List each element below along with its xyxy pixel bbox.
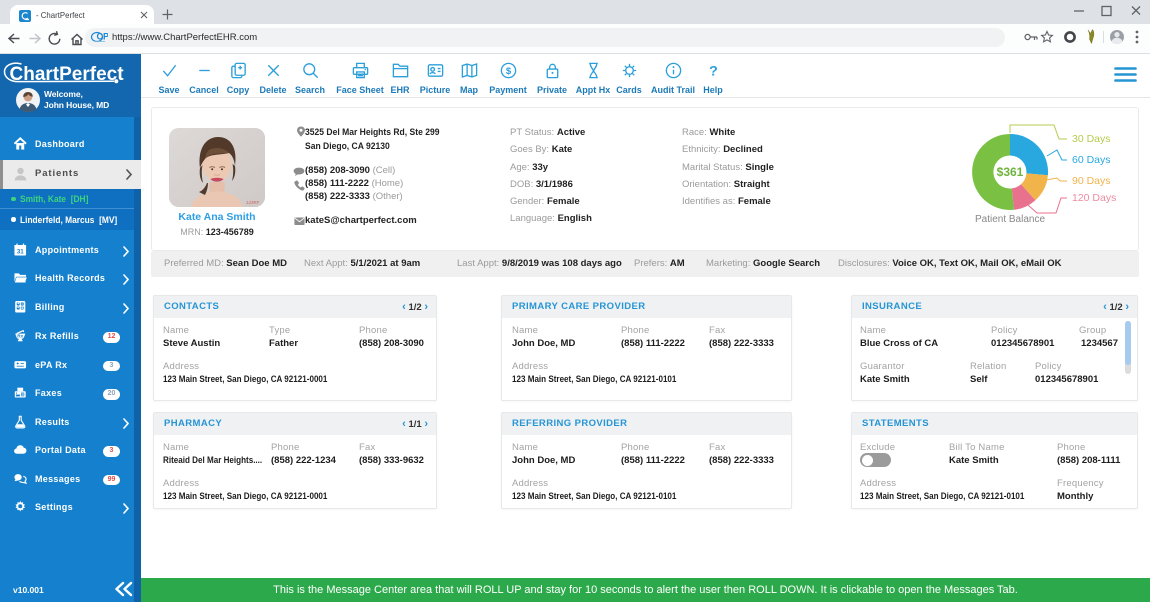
- svg-text:CP: CP: [97, 32, 109, 42]
- svg-text:?: ?: [709, 64, 718, 80]
- svg-text:123RF: 123RF: [246, 200, 260, 205]
- svg-text:31: 31: [16, 249, 23, 256]
- svg-text:$361: $361: [997, 165, 1024, 179]
- svg-text:$: $: [505, 66, 511, 77]
- svg-text:Rx: Rx: [17, 333, 23, 338]
